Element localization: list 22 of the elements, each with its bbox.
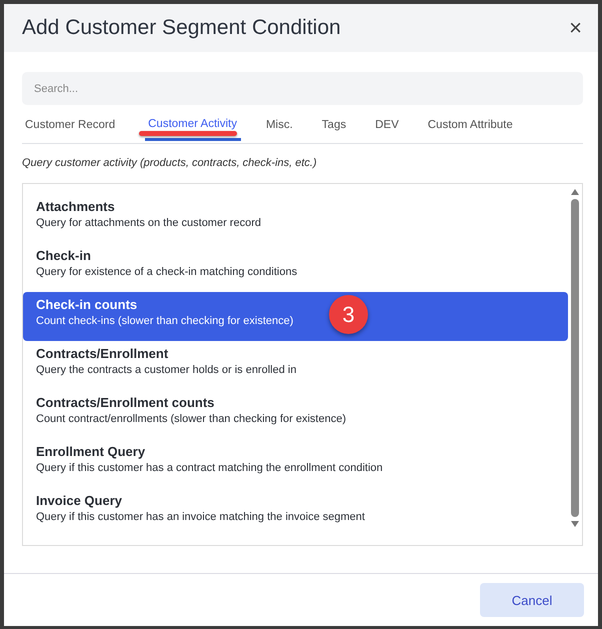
list-item[interactable]: Contracts/Enrollment counts Count contract/enrollments (slower than checking for existence)	[23, 390, 568, 439]
tab[interactable]: Custom Attribute	[424, 113, 517, 141]
scroll-down-icon[interactable]	[570, 520, 580, 528]
tab[interactable]: Misc.	[262, 113, 297, 141]
list-item[interactable]: Check-in Query for existence of a check-in matching conditions	[23, 243, 568, 292]
cancel-button[interactable]: Cancel	[480, 583, 584, 617]
list-item[interactable]: Attachments Query for attachments on the customer record	[23, 194, 568, 243]
tab[interactable]: Tags	[318, 113, 350, 141]
step-badge: 3	[329, 295, 368, 334]
tab[interactable]: Customer Record	[22, 113, 120, 141]
scroll-thumb[interactable]	[571, 199, 579, 517]
search-field[interactable]: Search...	[22, 72, 583, 105]
close-button[interactable]: ×	[567, 15, 584, 41]
dialog-title: Add Customer Segment Condition	[22, 16, 341, 40]
tab[interactable]: DEV	[372, 113, 403, 141]
list-item[interactable]: Invoice Query Query if this customer has an invoice matching the invoice segment	[23, 488, 568, 537]
scroll-up-icon[interactable]	[570, 188, 580, 196]
tab[interactable]: Customer Activity	[145, 113, 241, 141]
list-item[interactable]: Contracts/Enrollment Query the contracts a customer holds or is enrolled in	[23, 341, 568, 390]
list-item[interactable]: Check-in counts Count check-ins (slower than checking for existence) 3	[23, 292, 568, 341]
list-item[interactable]: Enrollment Query Query if this customer has a contract matching the enrollment condition	[23, 439, 568, 488]
description-text: Query customer activity (products, contracts, check-ins, etc.)	[22, 157, 318, 169]
